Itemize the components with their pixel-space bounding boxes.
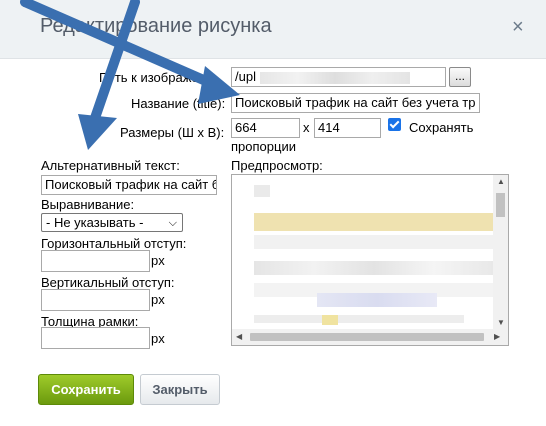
annotation-arrows <box>20 0 240 150</box>
arrow-head-icon <box>198 66 240 104</box>
arrow-to-alt-field <box>90 0 140 123</box>
arrow-head-icon <box>78 114 117 150</box>
